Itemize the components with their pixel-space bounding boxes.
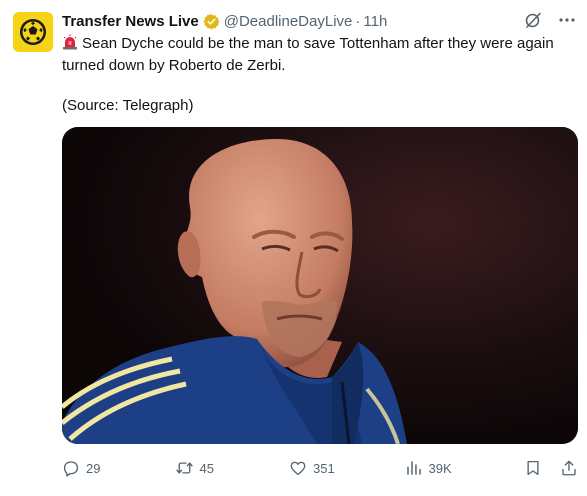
retweet-count: 45: [199, 460, 215, 476]
retweet-button[interactable]: 45: [175, 459, 290, 477]
like-count: 351: [313, 460, 335, 476]
retweet-icon: [175, 462, 193, 474]
heart-icon: [290, 461, 306, 476]
reply-icon: [63, 461, 79, 477]
photo-image: [62, 127, 578, 444]
share-icon[interactable]: [560, 459, 578, 477]
author-handle[interactable]: @DeadlineDayLive: [224, 13, 353, 30]
more-options-icon[interactable]: [557, 10, 577, 30]
tweet-header: Transfer News Live @DeadlineDayLive · 11…: [62, 10, 577, 32]
verified-badge-icon: [203, 13, 220, 30]
reply-count: 29: [86, 460, 101, 476]
tweet-text: Sean Dyche could be the man to save Tott…: [62, 34, 577, 116]
views-count: 39K: [428, 460, 452, 476]
separator-dot: ·: [355, 12, 361, 30]
like-button[interactable]: 351: [289, 459, 404, 477]
author-name[interactable]: Transfer News Live: [62, 13, 199, 30]
grok-icon[interactable]: [523, 10, 543, 30]
views-chart-icon: [406, 461, 421, 475]
tweet-card[interactable]: Transfer News Live @DeadlineDayLive · 11…: [0, 0, 587, 496]
bookmark-icon[interactable]: [524, 459, 542, 477]
tweet-actions: 29 45 351 39K: [62, 456, 578, 480]
avatar[interactable]: [13, 12, 53, 52]
reply-button[interactable]: 29: [62, 459, 175, 477]
tweet-photo[interactable]: [62, 127, 578, 444]
tweet-body-text: Sean Dyche could be the man to save Tott…: [62, 35, 558, 74]
police-light-icon: [62, 34, 78, 56]
views-button[interactable]: 39K: [405, 459, 520, 477]
tweet-source-text: (Source: Telegraph): [62, 97, 194, 114]
soccer-ball-icon: [20, 19, 46, 45]
tweet-timestamp[interactable]: 11h: [363, 13, 387, 30]
